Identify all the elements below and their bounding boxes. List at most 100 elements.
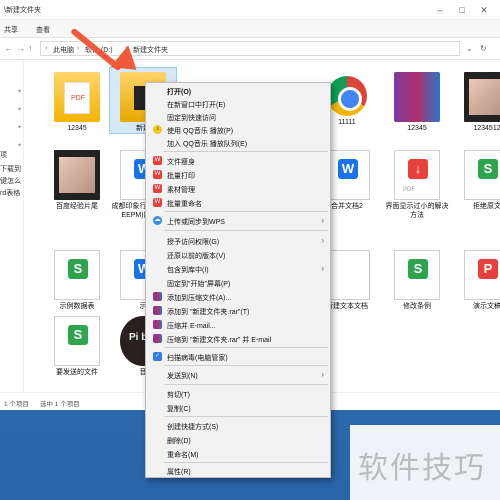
sidebar-item[interactable]: rd表格 [0,188,20,198]
title-bar: \新建文件夹 – □ ✕ [0,0,500,20]
selection-count: 选中 1 个项目 [40,401,80,408]
menu-separator [164,416,328,417]
back-icon[interactable]: ← [4,43,13,53]
file-item[interactable]: S 要发送的文件 [44,312,110,377]
winrar-icon [153,334,162,343]
shield-icon: ✓ [153,352,162,361]
menu-separator [164,211,328,212]
menu-item-restore-versions[interactable]: 还原以前的版本(V) [146,249,330,261]
pin-icon: ✦ [17,107,23,113]
wps-icon: W [153,184,162,193]
file-name: 12345 [67,125,87,132]
menu-item-file-slim[interactable]: W 文件瘦身 [146,155,330,167]
menu-item-properties[interactable]: 属性(R) [146,465,330,477]
menu-item-virus-scan[interactable]: ✓ 扫描病毒(电脑管家) [146,351,330,363]
file-name: 1234512 [473,125,500,132]
navigation-pane: ✦ ✦ ✦ ✦ 项 下载到 键怎么 rd表格 [0,60,24,392]
folder-icon: PDF [54,72,100,122]
sidebar-item[interactable]: 项 [0,150,7,160]
file-name: 修改条例 [403,303,431,310]
menu-item-compress-email[interactable]: 压缩并 E-mail... [146,319,330,331]
file-name: 12345 [407,125,427,132]
maximize-icon[interactable]: □ [454,2,470,18]
winrar-archive-icon [394,72,440,122]
menu-item-cut[interactable]: 剪切(T) [146,388,330,400]
menu-item-rename[interactable]: 重命名(M) [146,448,330,460]
chrome-icon [327,76,367,116]
file-item[interactable]: S 修改条例 [384,246,450,311]
winrar-icon [153,320,162,329]
refresh-icon[interactable]: ↻ [480,44,487,53]
menu-item-pin-quick-access[interactable]: 固定到快速访问 [146,111,330,123]
menu-item-material-manage[interactable]: W 素材管理 [146,183,330,195]
slides-icon: P [464,250,500,300]
menu-item-pin-start[interactable]: 固定到"开始"屏幕(P) [146,277,330,289]
menu-item-send-to[interactable]: 发送到(N) › [146,369,330,381]
submenu-arrow-icon: › [321,370,324,379]
sheet-icon: S [54,316,100,366]
file-item[interactable]: ↓ PDF 界面显示过小的解决方法 [384,146,450,220]
dropdown-icon[interactable]: ⌄ [466,44,473,53]
tab-view[interactable]: 查看 [36,25,50,35]
winrar-icon [153,306,162,315]
file-item[interactable]: P 演示文稿 [454,246,500,311]
file-name: 示例数据表 [59,303,95,310]
file-item[interactable]: 1234512 [454,68,500,133]
close-icon[interactable]: ✕ [476,2,492,18]
submenu-arrow-icon: › [321,216,324,225]
tab-share[interactable]: 共享 [4,25,18,35]
menu-separator [164,151,328,152]
sheet-icon: S [54,250,100,300]
menu-item-batch-print[interactable]: W 批量打印 [146,169,330,181]
file-item[interactable]: S 拒绝原文 [454,146,500,211]
menu-item-qq-music-queue[interactable]: 加入 QQ音乐 播放队列(E) [146,137,330,149]
file-item[interactable]: 百度经验片尾 [44,146,110,211]
minimize-icon[interactable]: – [432,2,448,18]
menu-item-batch-rename[interactable]: W 批量重命名 [146,197,330,209]
wps-icon: W [153,170,162,179]
breadcrumb-this-pc[interactable]: 此电脑 [53,45,74,55]
sidebar-item[interactable]: 下载到 [0,164,21,174]
watermark: 软件技巧 [350,425,500,500]
window-title: \新建文件夹 [4,7,41,14]
qq-music-icon: ♪ [153,125,162,134]
pdf-icon: ↓ PDF [394,150,440,200]
menu-item-copy[interactable]: 复制(C) [146,402,330,414]
address-bar: ← → ↑ › 此电脑 › 软件 (D:) › 新建文件夹 ⌄ ↻ [0,38,500,60]
menu-item-add-archive[interactable]: 添加到压缩文件(A)... [146,291,330,303]
file-name: 拒绝原文 [473,203,500,210]
pdf-icon: PDF [64,82,90,114]
pin-icon: ✦ [17,89,23,95]
menu-separator [164,462,328,463]
submenu-arrow-icon: › [321,264,324,273]
menu-item-include-library[interactable]: 包含到库中(I) › [146,263,330,275]
pin-icon: ✦ [17,125,23,131]
menu-item-create-shortcut[interactable]: 创建快捷方式(S) [146,420,330,432]
menu-item-qq-music-play[interactable]: ♪ 使用 QQ音乐 播放(P) [146,124,330,136]
menu-item-open[interactable]: 打开(O) [146,85,330,97]
file-name: 界面显示过小的解决方法 [385,203,449,219]
file-name: 百度经验片尾 [56,203,98,210]
menu-separator [164,230,328,231]
menu-item-open-new-window[interactable]: 在新窗口中打开(E) [146,98,330,110]
winrar-icon [153,292,162,301]
file-item[interactable]: S 示例数据表 [44,246,110,311]
video-icon [54,150,100,200]
sheet-icon: S [394,250,440,300]
menu-item-add-rar[interactable]: 添加到 "新建文件夹.rar"(T) [146,305,330,317]
forward-icon[interactable]: → [16,43,25,53]
menu-item-delete[interactable]: 删除(D) [146,434,330,446]
menu-item-compress-rar-email[interactable]: 压缩到 "新建文件夹.rar" 并 E-mail [146,333,330,345]
file-item[interactable]: PDF 12345 [44,68,110,133]
menu-item-upload-wps[interactable]: ☁ 上传或同步到WPS › [146,215,330,227]
watermark-text: 软件技巧 [358,451,486,486]
sidebar-item[interactable]: 键怎么 [0,176,21,186]
file-name: 演示文稿 [473,303,500,310]
up-icon[interactable]: ↑ [28,43,33,53]
breadcrumb-separator-icon: › [45,45,48,52]
menu-separator [164,347,328,348]
file-item[interactable]: 12345 [384,68,450,133]
file-name: 要发送的文件 [56,369,98,376]
menu-separator [164,365,328,366]
menu-item-grant-access[interactable]: 授予访问权限(G) › [146,235,330,247]
